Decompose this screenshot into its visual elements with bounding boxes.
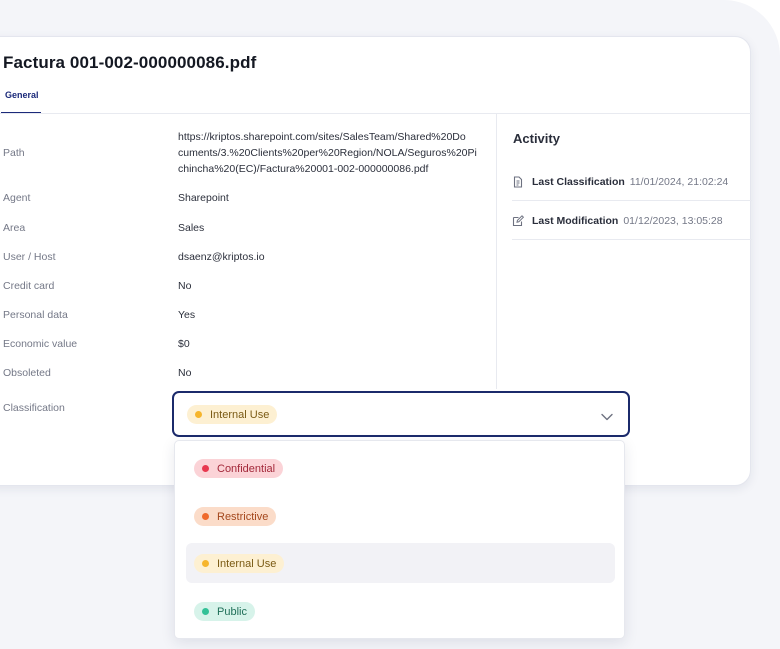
field-label-user-host: User / Host — [3, 251, 56, 263]
status-dot — [202, 608, 209, 615]
chevron-down-icon[interactable] — [600, 409, 614, 421]
activity-title: Activity — [513, 131, 560, 146]
option-confidential[interactable]: Confidential — [186, 448, 615, 488]
column-divider — [496, 114, 497, 389]
option-restrictive[interactable]: Restrictive — [186, 496, 615, 536]
option-label: Confidential — [217, 462, 276, 475]
field-label-obsoleted: Obsoleted — [3, 367, 51, 379]
option-label: Internal Use — [217, 557, 277, 570]
field-value-economic-value: $0 — [178, 338, 190, 350]
option-internal-use[interactable]: Internal Use — [186, 543, 615, 583]
activity-item-last-modification: Last Modification 01/12/2023, 13:05:28 — [512, 203, 752, 240]
field-value-agent: Sharepoint — [178, 192, 229, 204]
activity-label: Last Modification — [532, 215, 619, 227]
field-value-personal-data: Yes — [178, 309, 196, 321]
status-dot — [202, 513, 209, 520]
selected-classification-chip: Internal Use — [187, 405, 278, 424]
classification-dropdown-menu: Confidential Restrictive Internal Use Pu… — [174, 440, 625, 639]
activity-date: 11/01/2024, 21:02:24 — [629, 176, 729, 188]
document-classify-icon — [512, 176, 524, 188]
field-value-path: https://kriptos.sharepoint.com/sites/Sal… — [178, 129, 490, 177]
status-dot — [202, 465, 209, 472]
option-label: Public — [217, 605, 247, 618]
status-dot — [202, 560, 209, 567]
status-dot — [195, 411, 202, 418]
option-chip: Confidential — [194, 459, 284, 478]
tab-general[interactable]: General — [1, 87, 41, 114]
field-value-area: Sales — [178, 222, 205, 234]
option-chip: Internal Use — [194, 554, 285, 573]
activity-date: 01/12/2023, 13:05:28 — [623, 215, 723, 227]
field-label-credit-card: Credit card — [3, 280, 55, 292]
activity-item-last-classification: Last Classification 11/01/2024, 21:02:24 — [512, 164, 752, 201]
path-line-1: https://kriptos.sharepoint.com/sites/Sal… — [178, 131, 466, 143]
tab-divider — [0, 113, 752, 114]
field-label-classification: Classification — [3, 402, 65, 414]
field-value-credit-card: No — [178, 280, 192, 292]
option-chip: Restrictive — [194, 507, 277, 526]
classification-select[interactable]: Internal Use — [172, 391, 630, 437]
field-label-area: Area — [3, 222, 26, 234]
field-value-obsoleted: No — [178, 367, 192, 379]
page-title: Factura 001-002-000000086.pdf — [3, 53, 257, 72]
selected-classification-label: Internal Use — [210, 408, 270, 421]
activity-label: Last Classification — [532, 176, 625, 188]
edit-icon — [512, 215, 524, 227]
option-public[interactable]: Public — [186, 591, 615, 631]
field-label-path: Path — [3, 147, 25, 159]
field-value-user-host: dsaenz@kriptos.io — [178, 251, 265, 263]
field-label-agent: Agent — [3, 192, 31, 204]
field-label-personal-data: Personal data — [3, 309, 68, 321]
path-line-3: chincha%20(EC)/Factura%20001-002-0000000… — [178, 163, 429, 175]
path-line-2: cuments/3.%20Clients%20per%20Region/NOLA… — [178, 147, 477, 159]
field-label-economic-value: Economic value — [3, 338, 78, 350]
option-chip: Public — [194, 602, 255, 621]
option-label: Restrictive — [217, 510, 269, 523]
